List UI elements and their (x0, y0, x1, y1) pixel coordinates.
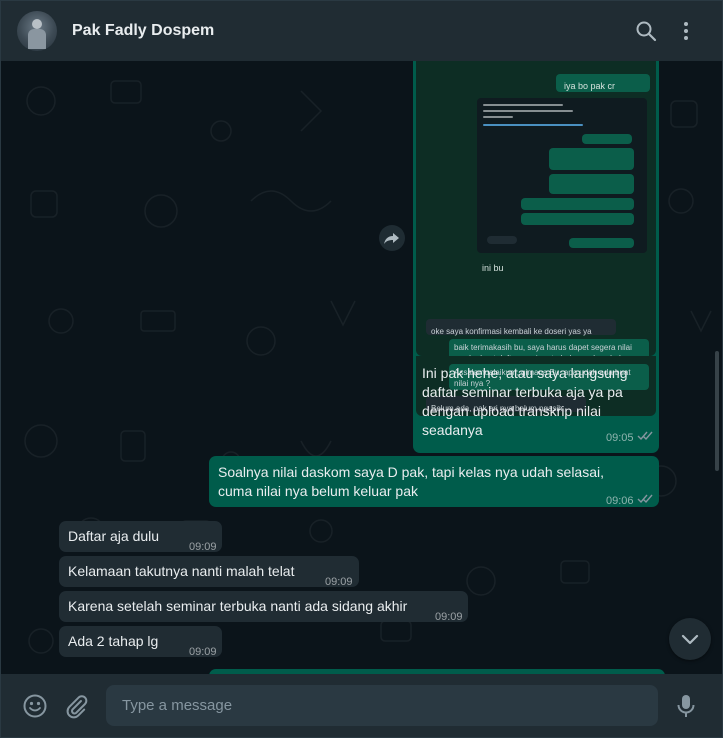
message-time: 09:09 (189, 646, 217, 658)
forwarded-screenshot[interactable]: iya bo pak cr ini bu oke saya konfirmasi… (416, 61, 656, 356)
quoted-message-text: iya bo pak cr (564, 81, 616, 91)
forward-icon[interactable] (379, 225, 405, 251)
message-text: Ada 2 tahap lg (68, 633, 159, 649)
outgoing-message[interactable]: Soalnya nilai daskom saya D pak, tapi ke… (209, 456, 659, 507)
message-list[interactable]: iya bo pak cr ini bu oke saya konfirmasi… (1, 61, 722, 674)
message-time: 09:09 (435, 611, 463, 623)
image-message[interactable]: iya bo pak cr ini bu oke saya konfirmasi… (413, 61, 659, 453)
emoji-icon[interactable] (22, 693, 48, 719)
message-time: 09:05 (606, 432, 634, 444)
contact-avatar[interactable] (17, 11, 57, 51)
nested-screenshot (477, 98, 647, 253)
message-text: Daftar aja dulu (68, 528, 160, 544)
incoming-message[interactable]: Ada 2 tahap lg 09:09 (59, 626, 222, 658)
message-time: 09:06 (606, 495, 634, 507)
chevron-down-icon (681, 634, 699, 645)
contact-name[interactable]: Pak Fadly Dospem (72, 22, 214, 40)
incoming-message[interactable]: Karena setelah seminar terbuka nanti ada… (59, 591, 468, 623)
message-time: 09:09 (325, 576, 353, 588)
menu-icon[interactable] (674, 19, 698, 43)
message-text: Soalnya nilai daskom saya D pak, tapi ke… (218, 464, 604, 499)
quoted-caption: ini bu (482, 263, 504, 273)
incoming-message[interactable]: Daftar aja dulu 09:09 (59, 521, 222, 553)
mic-icon[interactable] (673, 693, 699, 719)
read-receipt-icon (637, 431, 653, 441)
scrollbar[interactable] (715, 351, 719, 471)
message-text: Kelamaan takutnya nanti malah telat (68, 563, 295, 579)
read-receipt-icon (637, 494, 653, 504)
compose-bar: Type a message (1, 674, 722, 737)
attach-icon[interactable] (63, 693, 89, 719)
message-time: 09:09 (189, 541, 217, 553)
chat-window: Pak Fadly Dospem iya bo pak cr ini bu ok… (0, 0, 723, 738)
message-text: Karena setelah seminar terbuka nanti ada… (68, 598, 408, 614)
quoted-msg-2: baik terimakasih bu, saya harus dapet se… (454, 343, 632, 356)
scroll-down-button[interactable] (669, 618, 711, 660)
chat-header: Pak Fadly Dospem (1, 1, 722, 61)
search-icon[interactable] (634, 19, 658, 43)
incoming-message[interactable]: Kelamaan takutnya nanti malah telat 09:0… (59, 556, 359, 588)
message-input[interactable]: Type a message (106, 685, 658, 726)
